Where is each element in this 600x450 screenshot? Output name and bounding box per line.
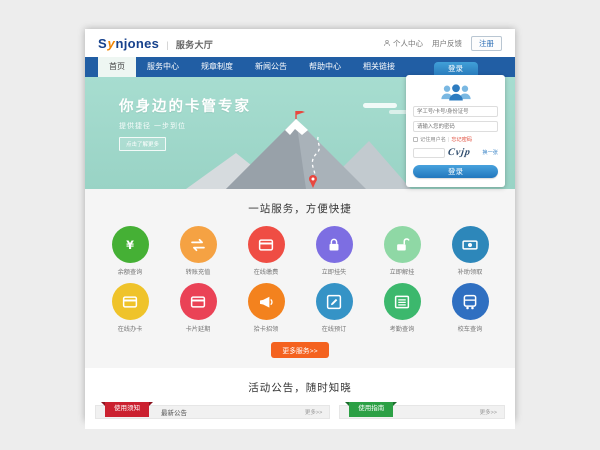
nav-item-5[interactable]: 相关链接 — [352, 57, 406, 77]
service-item-10[interactable]: 考勤查询 — [368, 283, 436, 333]
megaphone-icon — [248, 283, 285, 320]
topbar-links: 个人中心 用户反馈 注册 — [383, 36, 502, 51]
feedback-link[interactable]: 用户反馈 — [432, 38, 462, 49]
logo[interactable]: Synjones | 服务大厅 — [98, 36, 213, 51]
login-panel: 登录 记住用户名 | 忘记密码 Cvjp 换一张 登录 — [406, 75, 505, 187]
login-tab[interactable]: 登录 — [434, 62, 478, 75]
password-input[interactable] — [413, 121, 498, 132]
tab-latest-announcements[interactable]: 最新公告 — [161, 407, 187, 417]
login-options: 记住用户名 | 忘记密码 — [413, 136, 498, 143]
logo-text-s: S — [98, 36, 107, 51]
notice-panel-body — [95, 419, 330, 429]
logo-divider: | — [166, 40, 169, 50]
service-item-7[interactable]: 卡片延期 — [164, 283, 232, 333]
captcha-refresh-link[interactable]: 换一张 — [482, 149, 498, 156]
options-separator: | — [448, 137, 449, 143]
logo-text-rest: njones — [116, 36, 160, 51]
nav-item-4[interactable]: 帮助中心 — [298, 57, 352, 77]
service-label: 补助领取 — [436, 267, 504, 276]
service-label: 拾卡招领 — [232, 324, 300, 333]
service-label: 在线预订 — [300, 324, 368, 333]
guide-panel-header: 使用指南 更多>> — [339, 405, 505, 419]
service-item-5[interactable]: 补助领取 — [436, 226, 504, 276]
list-icon — [384, 283, 421, 320]
top-bar: Synjones | 服务大厅 个人中心 用户反馈 注册 — [85, 29, 515, 57]
service-item-11[interactable]: 校车查询 — [436, 283, 504, 333]
notice-panel: 使用须知 最新公告 更多>> — [95, 405, 330, 429]
feedback-label: 用户反馈 — [432, 38, 462, 49]
remember-label: 记住用户名 — [420, 136, 446, 143]
service-label: 立即解挂 — [368, 267, 436, 276]
personal-center-label: 个人中心 — [393, 38, 423, 49]
service-item-2[interactable]: 在线缴费 — [232, 226, 300, 276]
captcha-input[interactable] — [413, 148, 445, 158]
service-item-9[interactable]: 在线预订 — [300, 283, 368, 333]
forgot-password-link[interactable]: 忘记密码 — [451, 136, 472, 143]
announcements-title: 活动公告，随时知晓 — [85, 380, 515, 395]
nav-item-1[interactable]: 服务中心 — [136, 57, 190, 77]
register-button[interactable]: 注册 — [471, 36, 502, 51]
announcements-section: 活动公告，随时知晓 使用须知 最新公告 更多>> 使用指南 更多>> — [85, 368, 515, 429]
service-label: 卡片延期 — [164, 324, 232, 333]
services-section: 一站服务，方便快捷 ¥ 余额查询转账充值在线缴费立即挂失立即解挂补助领取在线办卡卡… — [85, 189, 515, 368]
captcha-row: Cvjp 换一张 — [413, 147, 498, 158]
money-icon — [452, 226, 489, 263]
transfer-icon — [180, 226, 217, 263]
guide-more-link[interactable]: 更多>> — [480, 408, 497, 416]
service-label: 校车查询 — [436, 324, 504, 333]
service-item-0[interactable]: ¥ 余额查询 — [96, 226, 164, 276]
service-item-8[interactable]: 拾卡招领 — [232, 283, 300, 333]
service-grid: ¥ 余额查询转账充值在线缴费立即挂失立即解挂补助领取在线办卡卡片延期拾卡招领在线预… — [96, 226, 504, 333]
service-label: 转账充值 — [164, 267, 232, 276]
service-label: 立即挂失 — [300, 267, 368, 276]
service-item-3[interactable]: 立即挂失 — [300, 226, 368, 276]
service-label: 余额查询 — [96, 267, 164, 276]
bus-icon — [452, 283, 489, 320]
hero-cta-button[interactable]: 点击了解更多 — [119, 137, 166, 151]
captcha-image: Cvjp — [447, 147, 471, 158]
notice-more-link[interactable]: 更多>> — [305, 408, 322, 416]
login-submit-button[interactable]: 登录 — [413, 165, 498, 178]
tab-usage-notice[interactable]: 使用须知 — [105, 402, 149, 417]
user-icon — [383, 39, 391, 47]
account-input[interactable] — [413, 106, 498, 117]
service-label: 考勤查询 — [368, 324, 436, 333]
announcement-panels: 使用须知 最新公告 更多>> 使用指南 更多>> — [85, 405, 515, 429]
service-item-1[interactable]: 转账充值 — [164, 226, 232, 276]
portal-page: Synjones | 服务大厅 个人中心 用户反馈 注册 首页服务中心规章制度新… — [85, 29, 515, 421]
services-title: 一站服务，方便快捷 — [85, 201, 515, 216]
notice-panel-header: 使用须知 最新公告 更多>> — [95, 405, 330, 419]
remember-checkbox[interactable] — [413, 137, 418, 142]
guide-panel: 使用指南 更多>> — [339, 405, 505, 429]
service-label: 在线缴费 — [232, 267, 300, 276]
unlock-icon — [384, 226, 421, 263]
card-icon — [248, 226, 285, 263]
more-services-button[interactable]: 更多服务>> — [271, 342, 329, 358]
service-label: 在线办卡 — [96, 324, 164, 333]
edit-icon — [316, 283, 353, 320]
nav-item-3[interactable]: 新闻公告 — [244, 57, 298, 77]
svg-text:¥: ¥ — [126, 238, 134, 251]
personal-center-link[interactable]: 个人中心 — [383, 38, 423, 49]
logo-text-y: y — [107, 36, 115, 51]
product-name: 服务大厅 — [176, 38, 213, 51]
tab-usage-guide[interactable]: 使用指南 — [349, 402, 393, 417]
guide-panel-body — [339, 419, 505, 429]
card-icon — [180, 283, 217, 320]
card-icon — [112, 283, 149, 320]
service-item-6[interactable]: 在线办卡 — [96, 283, 164, 333]
nav-item-2[interactable]: 规章制度 — [190, 57, 244, 77]
service-item-4[interactable]: 立即解挂 — [368, 226, 436, 276]
users-group-icon — [439, 83, 473, 102]
lock-icon — [316, 226, 353, 263]
nav-item-0[interactable]: 首页 — [98, 57, 136, 77]
yuan-icon: ¥ — [112, 226, 149, 263]
